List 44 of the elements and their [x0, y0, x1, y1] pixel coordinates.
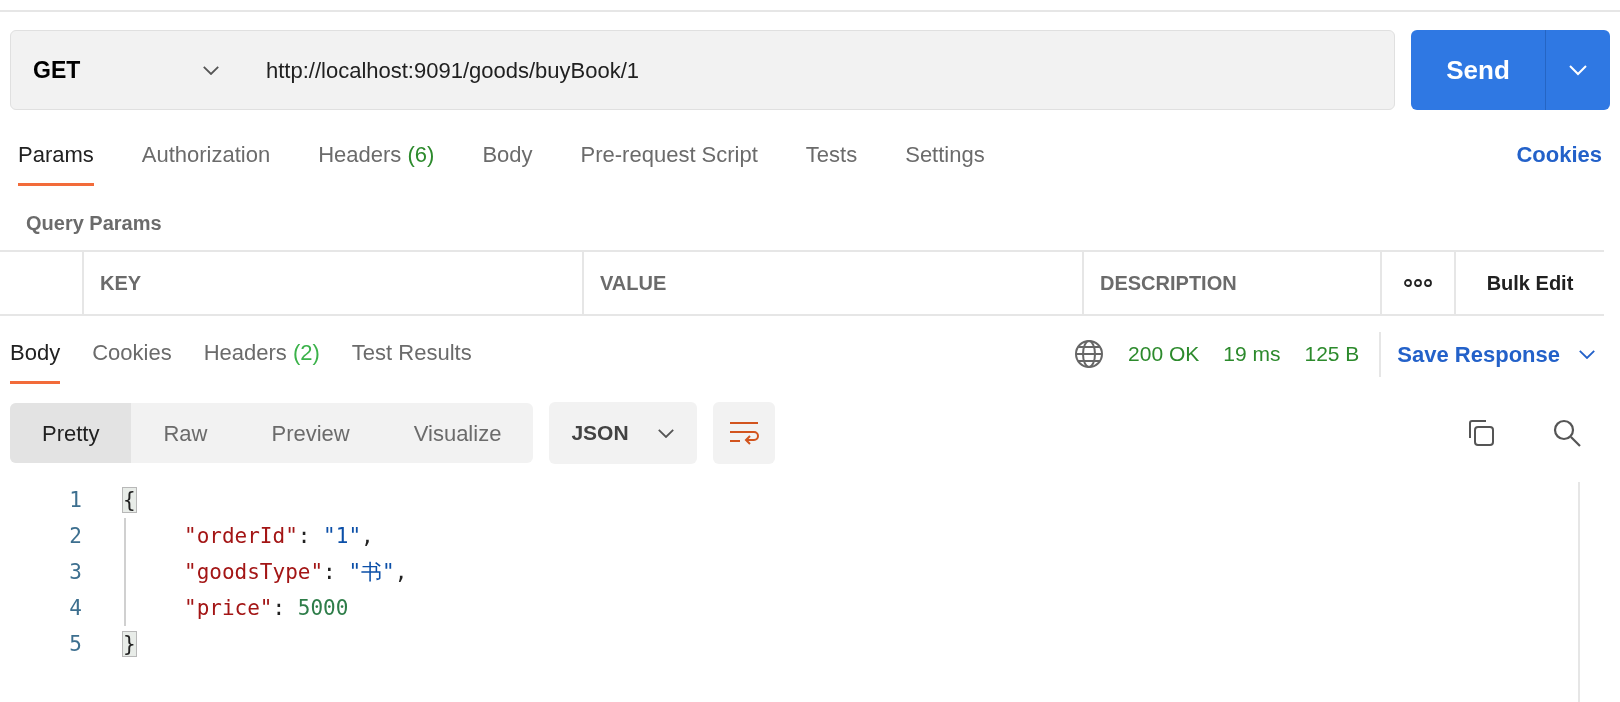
chevron-down-icon: [1568, 64, 1588, 76]
url-field[interactable]: http://localhost:9091/goods/buyBook/1: [242, 53, 640, 87]
response-tab[interactable]: Test Results: [351, 324, 472, 384]
response-size: 125 B: [1304, 341, 1360, 368]
chevron-down-icon: [1578, 348, 1596, 360]
chevron-down-icon: [657, 427, 676, 439]
code-line: "orderId": "1",: [124, 518, 374, 554]
cookies-link[interactable]: Cookies: [1516, 138, 1602, 186]
status-code: 200 OK: [1128, 341, 1200, 368]
method-dropdown[interactable]: GET: [11, 31, 242, 109]
response-tab[interactable]: Cookies: [92, 324, 172, 384]
column-header: DESCRIPTION: [1082, 252, 1380, 314]
line-number: 2: [69, 524, 82, 548]
globe-icon[interactable]: [1074, 339, 1105, 369]
request-tab[interactable]: Body: [482, 110, 533, 186]
request-tab[interactable]: Authorization: [141, 110, 271, 186]
wrap-lines-icon: [728, 420, 761, 446]
line-number: 1: [69, 488, 82, 512]
response-tab[interactable]: Body: [10, 324, 61, 384]
request-tab[interactable]: Tests: [805, 110, 858, 186]
request-tab[interactable]: Settings: [905, 110, 985, 186]
more-icon[interactable]: [1404, 279, 1432, 287]
bulk-edit-link[interactable]: Bulk Edit: [1454, 252, 1604, 314]
request-tab[interactable]: Headers (6): [318, 110, 435, 186]
column-header: VALUE: [582, 252, 1082, 314]
column-header: KEY: [82, 252, 582, 314]
format-tab[interactable]: Preview: [239, 403, 382, 463]
section-title: Query Params: [25, 211, 163, 236]
response-time: 19 ms: [1223, 341, 1281, 368]
request-tab[interactable]: Params: [18, 110, 94, 186]
code-line: "goodsType": "书",: [124, 554, 408, 590]
response-tab[interactable]: Headers (2): [203, 324, 320, 384]
format-dropdown[interactable]: JSON: [549, 402, 698, 464]
chevron-down-icon: [202, 64, 220, 76]
format-tab[interactable]: Raw: [131, 403, 240, 463]
line-number: 3: [69, 560, 82, 584]
wrap-lines-button[interactable]: [713, 402, 776, 464]
save-response-button[interactable]: Save Response: [1379, 331, 1608, 377]
code-line: "price": 5000: [124, 590, 349, 626]
format-tab[interactable]: Visualize: [381, 403, 534, 463]
line-number: 4: [69, 596, 82, 620]
format-tab[interactable]: Pretty: [10, 403, 132, 463]
line-number: 5: [69, 632, 82, 656]
request-tab[interactable]: Pre-request Script: [580, 110, 758, 186]
